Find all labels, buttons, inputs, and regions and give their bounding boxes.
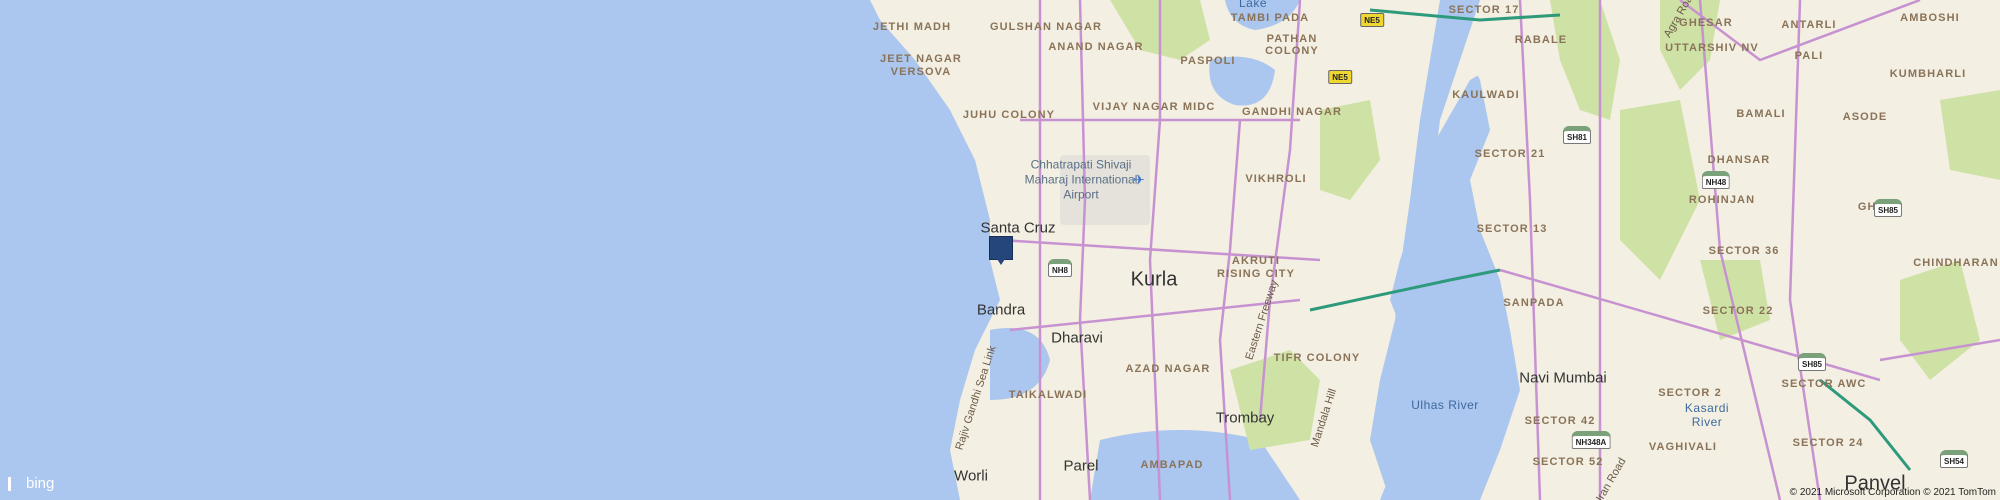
sh85-shield-top: SH85 (1873, 199, 1903, 217)
gandhi-nagar-label: GANDHI NAGAR (1242, 106, 1342, 118)
uttarshiv-nv-label: UTTARSHIV NV (1665, 42, 1759, 54)
sector-17-label: SECTOR 17 (1448, 4, 1520, 16)
gulshan-nagar-label: GULSHAN NAGAR (989, 21, 1103, 33)
juhu-colony-label: JUHU COLONY (962, 109, 1056, 121)
airplane-icon: ✈ (1133, 171, 1145, 188)
rohinjan-label: ROHINJAN (1688, 194, 1756, 206)
bing-icon (8, 476, 21, 491)
worli-label: Worli (954, 467, 988, 485)
anand-nagar-label: ANAND NAGAR (1048, 41, 1144, 53)
dhansar-label: DHANSAR (1707, 154, 1771, 166)
vijay-nagar-midc-label: VIJAY NAGAR MIDC (1092, 101, 1216, 113)
sector-36-label: SECTOR 36 (1708, 245, 1780, 257)
taikalwadi-label: TAIKALWADI (1008, 389, 1088, 401)
asode-label: ASODE (1842, 111, 1888, 123)
jeet-nagar-label: JEET NAGAR (880, 53, 962, 65)
jethi-madh-label: JETHI MADH (872, 21, 952, 33)
ne5-shield-mid: NE5 (1328, 70, 1352, 84)
sector-13-label: SECTOR 13 (1476, 223, 1548, 235)
azad-nagar-label: AZAD NAGAR (1125, 363, 1211, 375)
paspoli-label: PASPOLI (1180, 55, 1236, 67)
kumbharli-label: KUMBHARLI (1889, 68, 1967, 80)
sector-24-label: SECTOR 24 (1792, 437, 1864, 449)
location-pin[interactable] (989, 236, 1013, 265)
versova-label: VERSOVA (890, 66, 952, 78)
sector-21-label: SECTOR 21 (1474, 148, 1546, 160)
nh8-shield: NH8 (1047, 259, 1073, 277)
ambapad-label: AMBAPAD (1140, 459, 1204, 471)
vaghivali-label: VAGHIVALI (1648, 441, 1718, 453)
copyright-text: © 2021 Microsoft Corporation © 2021 TomT… (1789, 487, 1996, 498)
sh81-shield: SH81 (1562, 126, 1592, 144)
dharavi-label: Dharavi (1051, 329, 1103, 347)
kaulwadi-label: KAULWADI (1452, 89, 1520, 101)
kurla-label: Kurla (1130, 268, 1178, 291)
chindharan-label: CHINDHARAN (1913, 257, 1999, 269)
bandra-label: Bandra (976, 301, 1026, 319)
sector-awc-label: SECTOR AWC (1781, 378, 1867, 390)
sector-2-label: SECTOR 2 (1658, 387, 1722, 399)
tambi-pada-label: TAMBI PADA (1230, 12, 1310, 24)
sh54-shield: SH54 (1939, 450, 1969, 468)
airport-label: Chhatrapati Shivaji Maharaj Internationa… (1024, 157, 1138, 202)
kasardi-river-label: Kasardi River (1684, 401, 1730, 429)
sector-42-label: SECTOR 42 (1524, 415, 1596, 427)
nh48-shield: NH48 (1701, 171, 1731, 189)
nh348a-shield: NH348A (1571, 431, 1611, 449)
ne5-shield-top: NE5 (1360, 13, 1384, 27)
ulhas-river-label: Ulhas River (1411, 398, 1479, 412)
pali-label: PALI (1794, 50, 1824, 62)
vikhroli-label: VIKHROLI (1245, 173, 1307, 185)
sh85-shield-bottom: SH85 (1797, 353, 1827, 371)
ghesar-label: GHESAR (1679, 17, 1733, 29)
navi-mumbai-label: Navi Mumbai (1519, 369, 1607, 387)
sanpada-label: SANPADA (1503, 297, 1565, 309)
bamali-label: BAMALI (1736, 108, 1786, 120)
lake-label: Lake (1238, 0, 1268, 10)
antarli-label: ANTARLI (1781, 19, 1837, 31)
bing-label: bing (26, 475, 55, 492)
bing-logo[interactable]: bing (8, 475, 54, 492)
akruti-rising-city-label: AKRUTI RISING CITY (1216, 255, 1296, 280)
rabale-label: RABALE (1514, 34, 1568, 46)
sector-52-label: SECTOR 52 (1532, 456, 1604, 468)
parel-label: Parel (1063, 457, 1099, 475)
sector-22-label: SECTOR 22 (1702, 305, 1774, 317)
map-canvas[interactable]: Lake TAMBI PADA JETHI MADH GULSHAN NAGAR… (0, 0, 2000, 500)
trombay-label: Trombay (1215, 409, 1275, 427)
amboshi-label: AMBOSHI (1900, 12, 1960, 24)
tifr-colony-label: TIFR COLONY (1273, 352, 1361, 364)
pathan-colony-label: PATHAN COLONY (1265, 33, 1319, 57)
santa-cruz-label: Santa Cruz (980, 219, 1056, 237)
